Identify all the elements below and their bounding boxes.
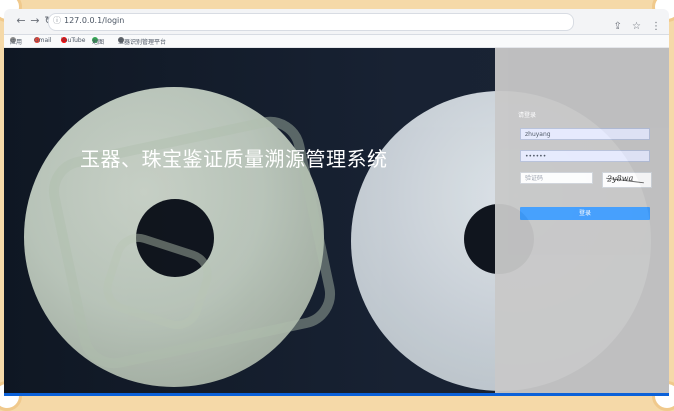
- url-text: 127.0.0.1/login: [64, 16, 125, 25]
- back-icon[interactable]: ←: [14, 14, 28, 28]
- username-input[interactable]: zhuyang: [520, 128, 650, 140]
- captcha-input[interactable]: 验证码: [520, 172, 593, 184]
- captcha-text: 2y8wa: [606, 173, 634, 184]
- page-title: 玉器、珠宝鉴证质量溯源管理系统: [80, 147, 388, 171]
- login-page: 玉器、珠宝鉴证质量溯源管理系统 请登录 zhuyang •••••• 验证码 2…: [4, 48, 669, 396]
- bookmark-star-icon[interactable]: ☆: [632, 21, 641, 32]
- browser-window: ← → ↻ ⓘ 127.0.0.1/login ⇪ ☆ ⋮ 应用 Gmail Y…: [4, 9, 669, 396]
- address-bar[interactable]: ⓘ 127.0.0.1/login: [48, 13, 574, 31]
- info-icon: ⓘ: [53, 16, 61, 25]
- login-button[interactable]: 登录: [520, 207, 650, 220]
- bookmarks-bar: 应用 Gmail YouTube 地图 玉器识别管理平台: [4, 35, 669, 48]
- login-heading: 请登录: [518, 112, 537, 119]
- browser-toolbar: ← → ↻ ⓘ 127.0.0.1/login ⇪ ☆ ⋮: [4, 9, 669, 35]
- share-icon[interactable]: ⇪: [613, 21, 621, 32]
- screenshot-frame: ← → ↻ ⓘ 127.0.0.1/login ⇪ ☆ ⋮ 应用 Gmail Y…: [0, 0, 674, 411]
- forward-icon[interactable]: →: [28, 14, 42, 28]
- menu-icon[interactable]: ⋮: [651, 21, 661, 32]
- browser-actions: ⇪ ☆ ⋮: [608, 14, 661, 33]
- login-panel: 请登录 zhuyang •••••• 验证码 2y8wa 登录: [495, 48, 669, 393]
- bottom-accent-line: [4, 393, 669, 396]
- password-input[interactable]: ••••••: [520, 150, 650, 162]
- captcha-image[interactable]: 2y8wa: [602, 172, 652, 188]
